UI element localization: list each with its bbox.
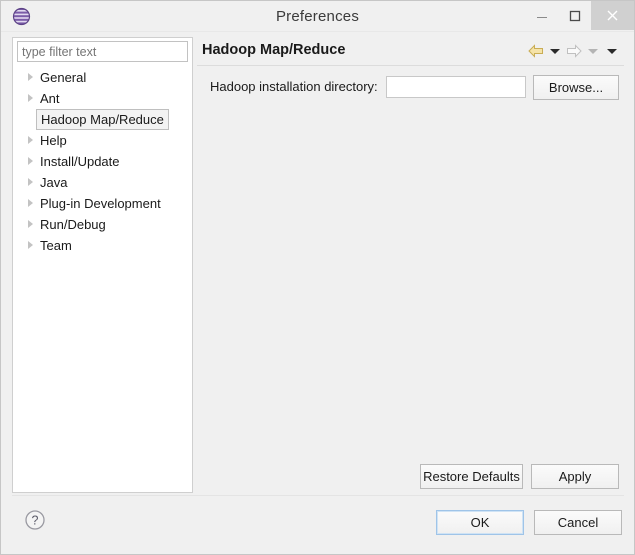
page-navigation-controls <box>528 41 620 61</box>
search-input[interactable] <box>17 41 188 62</box>
tree-item-label: Team <box>40 238 72 253</box>
tree-item-hadoop-map-reduce[interactable]: Hadoop Map/Reduce <box>13 109 192 130</box>
tree-item-general[interactable]: General <box>13 67 192 88</box>
browse-button[interactable]: Browse... <box>533 75 619 100</box>
page-header: Hadoop Map/Reduce <box>197 37 624 66</box>
maximize-icon[interactable] <box>558 1 591 30</box>
close-icon[interactable] <box>591 1 634 30</box>
tree-item-java[interactable]: Java <box>13 172 192 193</box>
restore-defaults-button[interactable]: Restore Defaults <box>420 464 523 489</box>
hadoop-directory-form-row: Hadoop installation directory: Browse... <box>197 75 624 100</box>
dialog-buttons: OK Cancel <box>436 510 622 535</box>
help-question-icon[interactable]: ? <box>23 508 47 532</box>
tree-item-plug-in-development[interactable]: Plug-in Development <box>13 193 192 214</box>
tree-item-label: Install/Update <box>40 154 120 169</box>
chevron-down-icon <box>588 48 598 54</box>
preferences-dialog: Preferences General <box>0 0 635 555</box>
expand-triangle-icon[interactable] <box>28 178 33 186</box>
footer-divider <box>12 495 624 496</box>
tree-item-ant[interactable]: Ant <box>13 88 192 109</box>
chevron-down-icon[interactable] <box>550 48 560 54</box>
title-bar: Preferences <box>1 1 634 32</box>
tree-item-label: Plug-in Development <box>40 196 161 211</box>
forward-arrow-icon <box>566 44 582 58</box>
apply-button[interactable]: Apply <box>531 464 619 489</box>
tree-item-label: General <box>40 70 87 85</box>
tree-item-team[interactable]: Team <box>13 235 192 256</box>
tree-item-install-update[interactable]: Install/Update <box>13 151 192 172</box>
expand-triangle-icon[interactable] <box>28 220 33 228</box>
page-action-buttons: Restore Defaults Apply <box>420 464 619 489</box>
hadoop-directory-label: Hadoop installation directory: <box>210 79 378 94</box>
svg-text:?: ? <box>32 514 39 528</box>
expand-triangle-icon[interactable] <box>28 73 33 81</box>
page-title: Hadoop Map/Reduce <box>202 42 346 58</box>
expand-triangle-icon[interactable] <box>28 136 33 144</box>
expand-triangle-icon[interactable] <box>28 199 33 207</box>
expand-triangle-icon[interactable] <box>28 157 33 165</box>
tree-item-help[interactable]: Help <box>13 130 192 151</box>
expand-triangle-icon[interactable] <box>28 241 33 249</box>
expand-triangle-icon[interactable] <box>28 94 33 102</box>
tree-item-label: Help <box>40 133 67 148</box>
preference-tree[interactable]: General Ant Hadoop Map/Reduce Help Insta… <box>13 67 192 492</box>
preference-tree-panel: General Ant Hadoop Map/Reduce Help Insta… <box>12 37 193 493</box>
tree-item-label: Java <box>40 175 68 190</box>
preference-page-panel: Hadoop Map/Reduce Hadoop installation di… <box>197 37 624 493</box>
back-arrow-icon[interactable] <box>528 44 544 58</box>
hadoop-directory-input[interactable] <box>386 76 526 98</box>
cancel-button[interactable]: Cancel <box>534 510 622 535</box>
tree-item-run-debug[interactable]: Run/Debug <box>13 214 192 235</box>
ok-button[interactable]: OK <box>436 510 524 535</box>
minimize-icon[interactable] <box>525 1 558 30</box>
tree-item-label: Run/Debug <box>40 217 106 232</box>
tree-item-label: Ant <box>40 91 60 106</box>
chevron-down-icon[interactable] <box>607 48 617 54</box>
tree-item-label: Hadoop Map/Reduce <box>36 109 169 130</box>
